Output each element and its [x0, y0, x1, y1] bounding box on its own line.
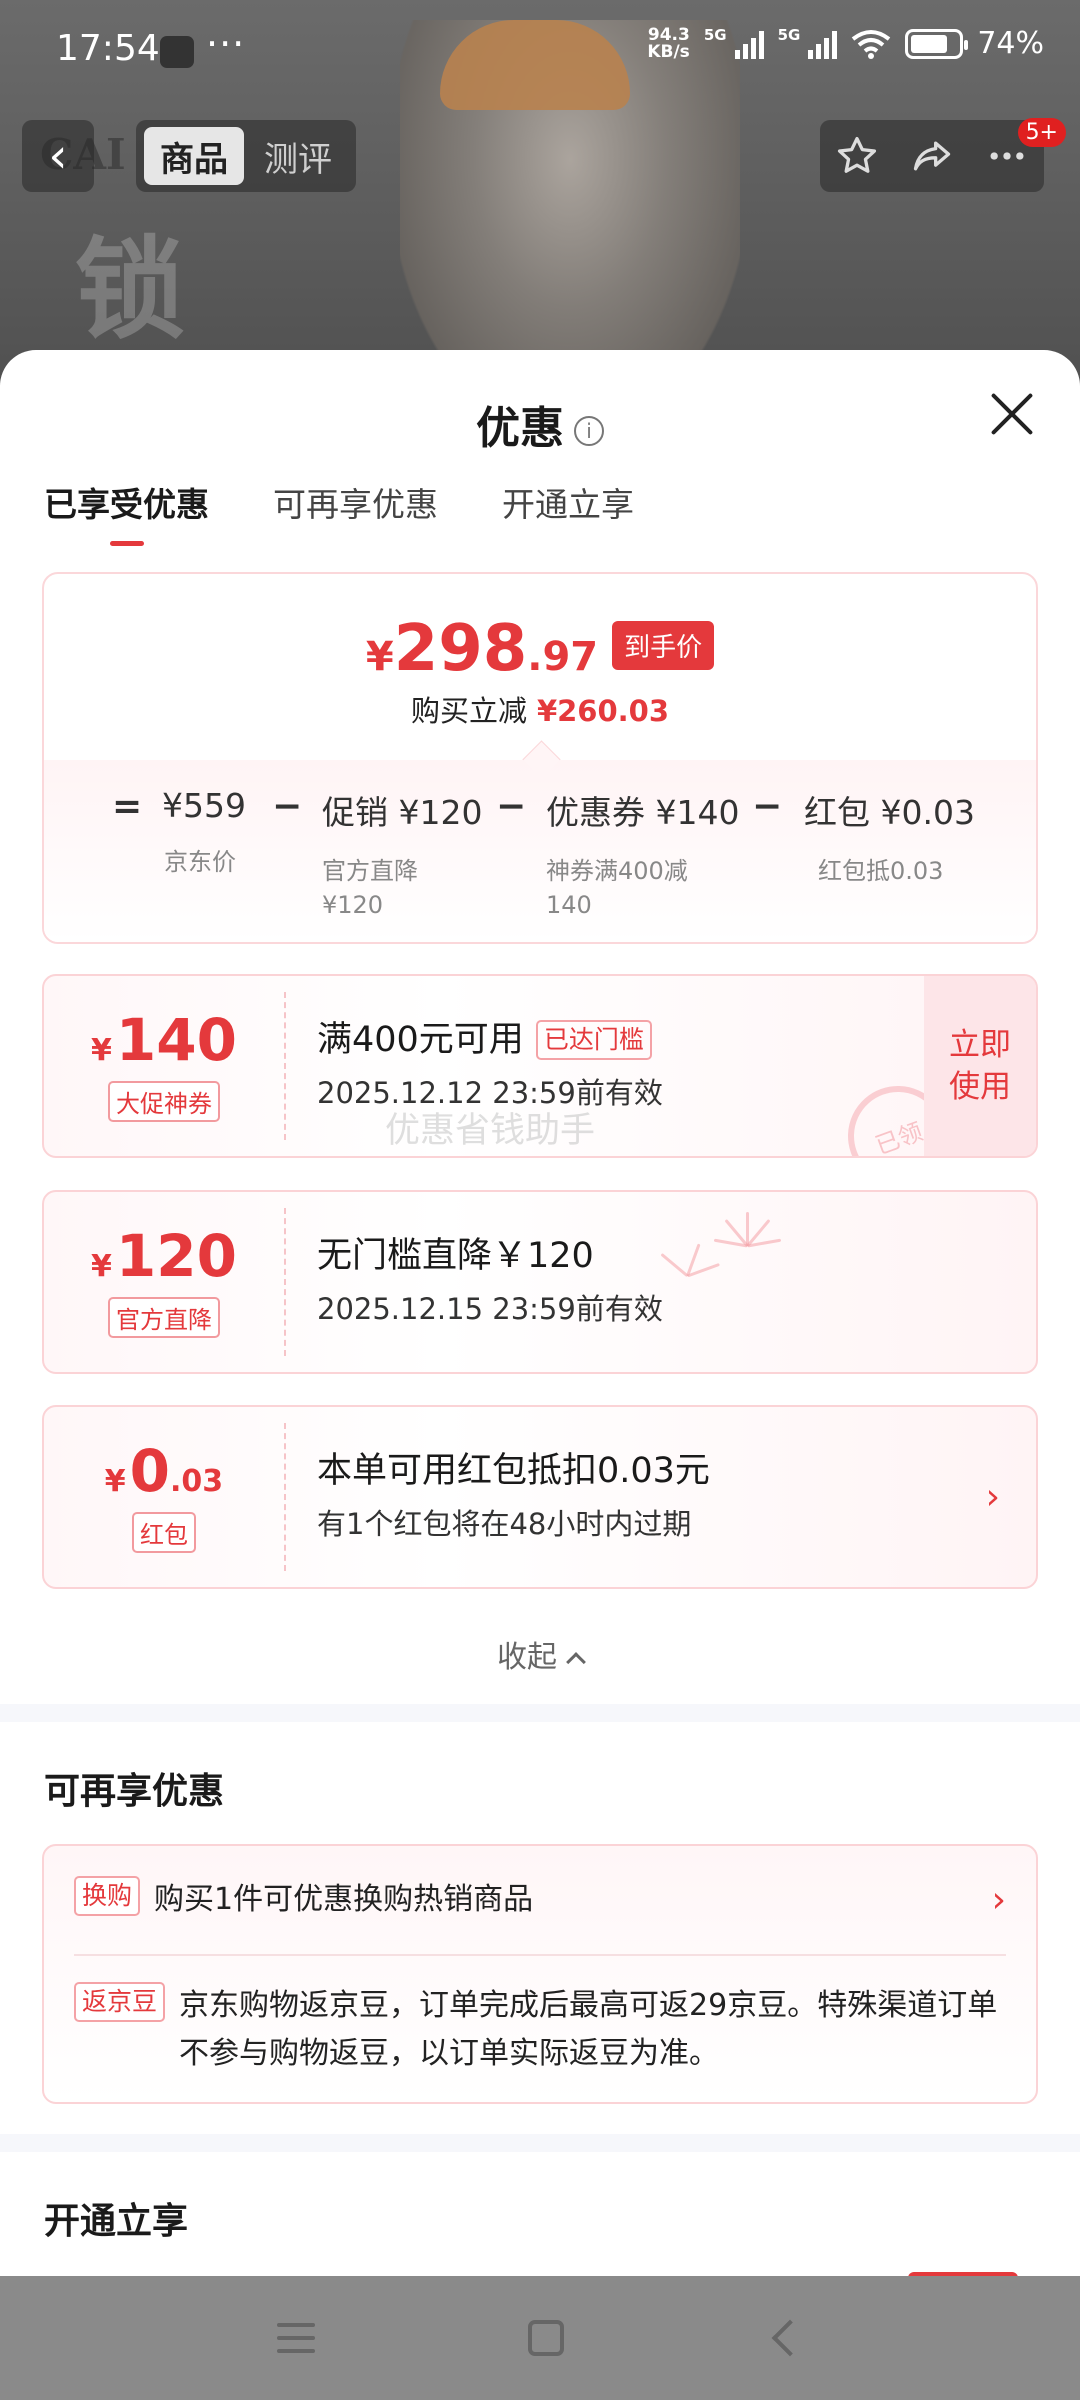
- exchange-tag: 换购: [74, 1876, 141, 1916]
- signal-2-label: 5G: [777, 26, 801, 44]
- reduction-line: 购买立减 ¥260.03: [410, 694, 670, 728]
- coupon-amount: ¥140: [91, 1005, 237, 1074]
- calc-item-red-packet: 红包 ¥0.03 红包抵0.03: [804, 793, 975, 885]
- section-divider: [0, 1704, 1080, 1722]
- tab-membership-discounts[interactable]: 开通立享: [502, 478, 634, 546]
- discount-sheet: 优惠 i 已享受优惠 可再享优惠 开通立享 ¥ 298 .97 到手价 购买立减 ¥…: [0, 350, 1080, 2276]
- coupon-card-red-packet[interactable]: ¥0.03 红包 本单可用红包抵扣0.03元 有1个红包将在48小时内过期 ›: [42, 1405, 1038, 1589]
- tab-enjoyed-discounts[interactable]: 已享受优惠: [44, 478, 209, 546]
- calc-item-promotion: 促销 ¥120 官方直降 ¥120: [322, 793, 483, 919]
- message-badge: 5+: [1017, 118, 1066, 147]
- status-more-dots: ···: [206, 22, 246, 66]
- menu-icon[interactable]: [276, 2323, 315, 2353]
- tab-review[interactable]: 测评: [248, 127, 348, 185]
- sheet-tabs: 已享受优惠 可再享优惠 开通立享: [44, 478, 634, 546]
- battery-percent: 74%: [977, 26, 1044, 61]
- coupon-condition: 本单可用红包抵扣0.03元: [317, 1451, 710, 1491]
- threshold-reached-badge: 已达门槛: [535, 1020, 652, 1060]
- home-icon[interactable]: [527, 2320, 564, 2356]
- calc-item-jd-price: ¥559 京东价: [162, 786, 246, 876]
- calc-item-coupon: 优惠券 ¥140 神券满400减 140: [546, 793, 740, 919]
- collapse-button[interactable]: 收起: [0, 1632, 1080, 1676]
- calc-op: =: [112, 786, 143, 827]
- product-nav-tabs: 商品 测评: [136, 120, 356, 192]
- final-price: ¥ 298 .97 到手价: [44, 612, 1036, 686]
- coupon-card-promo[interactable]: ¥140 大促神券 满400元可用 已达门槛 2025.12.12 23:59前…: [42, 974, 1038, 1158]
- close-icon[interactable]: [988, 390, 1036, 438]
- signal-1-label: 5G: [703, 26, 727, 44]
- coupon-type-label: 官方直降: [108, 1296, 220, 1338]
- jd-beans-tag: 返京豆: [74, 1982, 166, 2022]
- tab-product[interactable]: 商品: [144, 127, 244, 185]
- use-now-button[interactable]: 立即 使用: [924, 976, 1036, 1156]
- wifi-icon: [852, 29, 891, 59]
- system-nav-bar: [0, 2276, 1080, 2400]
- section-title-more-discounts: 可再享优惠: [44, 1771, 225, 1812]
- star-icon[interactable]: [835, 134, 879, 178]
- coupon-expiry: 有1个红包将在48小时内过期: [317, 1507, 692, 1541]
- tab-more-discounts[interactable]: 可再享优惠: [273, 478, 438, 546]
- signal-1-icon: [734, 29, 764, 59]
- calc-op: −: [272, 786, 303, 827]
- coupon-card-direct-discount: ¥120 官方直降 无门槛直降￥120 2025.12.15 23:59前有效: [42, 1190, 1038, 1374]
- chevron-right-icon[interactable]: ›: [992, 1880, 1006, 1921]
- net-speed: 94.3 KB/s: [647, 24, 690, 62]
- back-nav-icon[interactable]: [771, 2319, 809, 2357]
- coupon-type-label: 大促神券: [108, 1080, 220, 1122]
- section-divider: [0, 2134, 1080, 2152]
- battery-icon: [905, 28, 969, 59]
- notification-app-icon: [160, 36, 194, 68]
- coupon-condition: 满400元可用 已达门槛: [317, 1016, 916, 1064]
- info-icon[interactable]: i: [574, 416, 604, 446]
- status-time: 17:54: [56, 28, 160, 69]
- status-indicators: 94.3 KB/s 5G 5G 74%: [647, 26, 1044, 61]
- list-item-jd-beans: 返京豆 京东购物返京豆，订单完成后最高可返29京豆。特殊渠道订单不参与购物返豆，…: [74, 1982, 1006, 2078]
- chevron-right-icon[interactable]: ›: [986, 1477, 1000, 1518]
- price-breakdown: = ¥559 京东价 − 促销 ¥120 官方直降 ¥120 − 优惠券 ¥14…: [44, 786, 1036, 926]
- calc-op: −: [752, 786, 783, 827]
- list-item-exchange[interactable]: 换购 购买1件可优惠换购热销商品 ›: [74, 1876, 1006, 1924]
- coupon-expiry: 2025.12.12 23:59前有效: [317, 1076, 663, 1110]
- sheet-title: 优惠 i: [0, 392, 1080, 456]
- share-icon[interactable]: [910, 134, 954, 178]
- product-nav-actions: [820, 120, 1044, 192]
- calc-op: −: [496, 786, 527, 827]
- jd-beans-text: 京东购物返京豆，订单完成后最高可返29京豆。特殊渠道订单不参与购物返豆，以订单实…: [179, 1988, 998, 2071]
- back-icon[interactable]: ‹: [22, 120, 94, 192]
- coupon-expiry: 2025.12.15 23:59前有效: [317, 1292, 663, 1326]
- price-summary-card: ¥ 298 .97 到手价 购买立减 ¥260.03 = ¥559 京东价 − 促…: [42, 572, 1038, 944]
- coupon-condition: 无门槛直降￥120: [317, 1236, 594, 1276]
- coupon-type-label: 红包: [132, 1511, 196, 1553]
- exchange-text: 购买1件可优惠换购热销商品: [154, 1882, 534, 1917]
- final-price-tag: 到手价: [612, 621, 715, 670]
- section-title-membership: 开通立享: [44, 2201, 189, 2242]
- signal-2-icon: [808, 29, 838, 59]
- hero-overlay-text: 锁: [75, 226, 185, 354]
- coupon-amount: ¥0.03: [104, 1436, 224, 1505]
- more-discounts-card: 换购 购买1件可优惠换购热销商品 › 返京豆 京东购物返京豆，订单完成后最高可返…: [42, 1844, 1038, 2104]
- chevron-up-icon: [566, 1652, 586, 1672]
- coupon-amount: ¥120: [91, 1221, 237, 1290]
- status-bar: 17:54 ··· 94.3 KB/s 5G 5G 74%: [0, 0, 1080, 100]
